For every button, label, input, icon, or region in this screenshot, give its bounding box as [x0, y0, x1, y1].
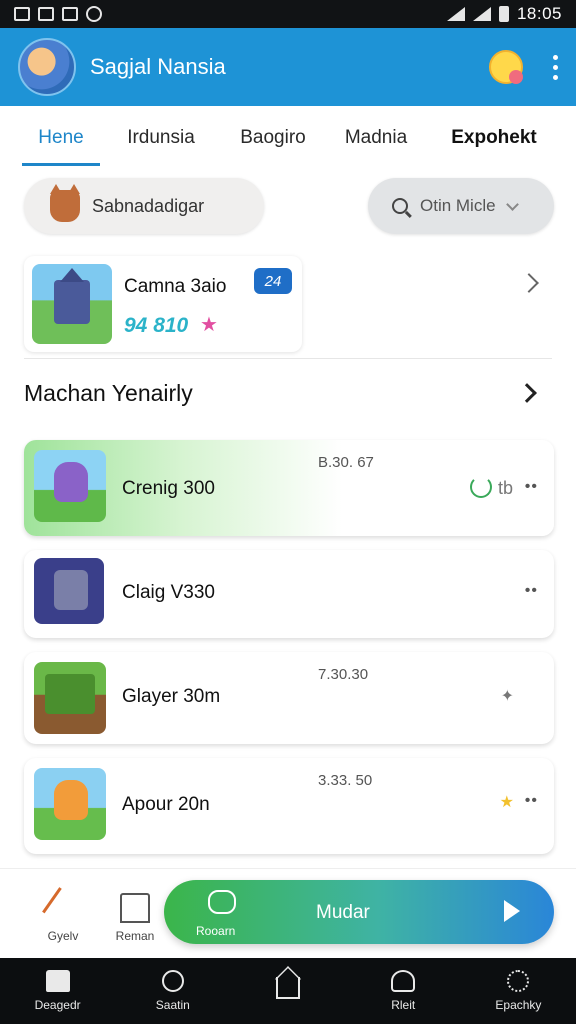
- emoji-icon[interactable]: [489, 50, 523, 84]
- game-meta: 7.30.30: [318, 666, 369, 683]
- chevron-right-icon[interactable]: [519, 273, 539, 293]
- search-icon: [392, 198, 408, 214]
- cat-icon: [54, 780, 88, 820]
- action-reman-label: Reman: [115, 929, 155, 943]
- featured-game-thumbnail: [32, 264, 112, 344]
- wifi-icon: [446, 7, 465, 21]
- castle-icon: [54, 268, 90, 324]
- game-title: Apour 20n: [122, 794, 210, 815]
- tab-expohekt[interactable]: Expohekt: [444, 110, 544, 166]
- signal-icon: [472, 7, 491, 21]
- tab-bar: Hene Irdunsia Baogiro Madnia Expohekt: [22, 110, 554, 166]
- game-meta: 3.33. 50: [318, 772, 373, 789]
- sparkle-icon: ✦: [500, 688, 514, 705]
- featured-title: Camna 3aio: [124, 276, 227, 297]
- search-icon: [161, 970, 184, 992]
- search-dropdown-label: Otin Micle: [420, 196, 496, 215]
- action-gyelv[interactable]: Gyelv: [28, 887, 98, 943]
- game-thumbnail: [34, 450, 106, 522]
- featured-score: 94 810: [124, 314, 189, 337]
- avatar[interactable]: [18, 38, 76, 96]
- mail-icon: [62, 7, 78, 21]
- primary-action-button[interactable]: Rooarn Mudar: [164, 880, 554, 944]
- app-bar: Sagjal Nansia: [0, 28, 576, 106]
- more-icon[interactable]: ••: [525, 582, 538, 600]
- pencil-icon: [42, 887, 84, 929]
- chat-icon: [208, 890, 236, 914]
- fox-icon: [50, 184, 80, 222]
- house-outline-icon: [276, 977, 300, 999]
- app-title: Sagjal Nansia: [90, 54, 226, 79]
- nav-label: Rleit: [391, 998, 416, 1012]
- nav-item-deagedr[interactable]: Deagedr: [0, 958, 115, 1024]
- refresh-icon[interactable]: [470, 476, 492, 498]
- nav-item-epachky[interactable]: Epachky: [461, 958, 576, 1024]
- game-thumbnail: [34, 662, 106, 734]
- category-chip-label: Sabnadadigar: [92, 195, 205, 216]
- category-chip[interactable]: Sabnadadigar: [24, 178, 264, 234]
- featured-card[interactable]: Camna 3aio 24 94 810 ★: [24, 256, 302, 352]
- nav-item-rleit[interactable]: Rleit: [346, 958, 461, 1024]
- more-options-icon[interactable]: [553, 54, 558, 80]
- primary-action-sublabel: Rooarn: [196, 924, 236, 938]
- nav-label: Deagedr: [34, 998, 81, 1012]
- game-tag: tb: [498, 478, 514, 498]
- game-title: Glayer 30m: [122, 686, 221, 707]
- battery-icon: [498, 6, 509, 22]
- gear-icon: [507, 970, 530, 992]
- action-reman[interactable]: Reman: [100, 893, 170, 943]
- bottom-nav: Deagedr Saatin Rleit Epachky: [0, 958, 576, 1024]
- game-row[interactable]: Crenig 300 B.30. 67 tb ••: [24, 440, 554, 536]
- game-title: Crenig 300: [122, 478, 215, 499]
- divider: [24, 358, 552, 359]
- status-bar: 18:05: [0, 0, 576, 28]
- game-meta: B.30. 67: [318, 454, 374, 471]
- play-icon: [504, 900, 520, 922]
- help-icon: [86, 6, 102, 22]
- featured-badge: 24: [254, 268, 292, 294]
- star-icon: ★: [200, 314, 218, 336]
- game-row[interactable]: Apour 20n 3.33. 50 ★ ••: [24, 758, 554, 854]
- primary-action-label: Mudar: [316, 902, 370, 923]
- tab-hene[interactable]: Hene: [22, 110, 100, 166]
- tab-baogiro[interactable]: Baogiro: [228, 110, 318, 166]
- tab-madnia[interactable]: Madnia: [336, 110, 416, 166]
- tab-irdunsia[interactable]: Irdunsia: [116, 110, 206, 166]
- chevron-down-icon: [505, 197, 519, 211]
- game-title: Claig V330: [122, 582, 215, 603]
- game-thumbnail: [34, 768, 106, 840]
- home-icon: [45, 970, 70, 992]
- game-row[interactable]: Glayer 30m 7.30.30 ✦: [24, 652, 554, 744]
- user-icon: [391, 970, 416, 992]
- image-icon: [38, 7, 54, 21]
- game-row[interactable]: Claig V330 ••: [24, 550, 554, 638]
- star-icon: ★: [499, 794, 514, 811]
- section-title: Machan Yenairly: [24, 380, 193, 406]
- nav-item-saatin[interactable]: Saatin: [115, 958, 230, 1024]
- section-chevron-right-icon[interactable]: [517, 383, 537, 403]
- clock: 18:05: [516, 4, 562, 23]
- robot-icon: [54, 570, 88, 610]
- house-icon: [120, 893, 150, 923]
- nav-label: Epachky: [495, 998, 542, 1012]
- nav-label: Saatin: [155, 998, 190, 1012]
- monster-icon: [54, 462, 88, 502]
- more-icon[interactable]: ••: [525, 478, 538, 496]
- game-thumbnail: [34, 558, 104, 624]
- notification-icon: [14, 7, 30, 21]
- nav-item-home[interactable]: [230, 958, 345, 1024]
- block-icon: [45, 674, 95, 714]
- search-dropdown[interactable]: Otin Micle: [368, 178, 554, 234]
- action-gyelv-label: Gyelv: [47, 929, 79, 943]
- more-icon[interactable]: ••: [525, 792, 538, 810]
- notification-icons: [14, 6, 102, 22]
